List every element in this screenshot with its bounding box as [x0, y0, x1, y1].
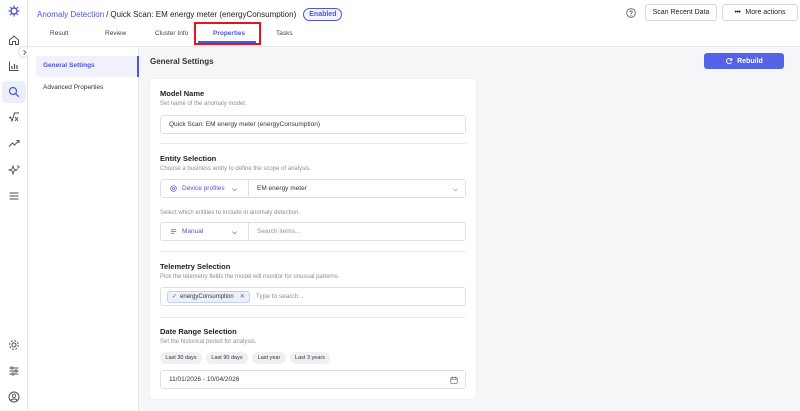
- scan-recent-data-button[interactable]: Scan Recent Data: [645, 4, 717, 21]
- status-badge: Enabled: [303, 8, 343, 21]
- more-actions-label: More actions: [745, 9, 786, 16]
- date-range-heading: Date Range Selection: [160, 327, 237, 336]
- tab-cluster-info[interactable]: Cluster Info: [155, 30, 188, 37]
- section-title: General Settings: [150, 57, 214, 66]
- preset-last-year[interactable]: Last year: [252, 352, 286, 364]
- calendar-icon: [450, 376, 458, 384]
- refresh-icon: [726, 58, 733, 65]
- preset-last-90-days[interactable]: Last 90 days: [206, 352, 248, 364]
- entities-hint: Select which entities to include in anom…: [160, 210, 301, 216]
- telemetry-search-placeholder: Type to search...: [255, 293, 304, 300]
- formula-icon[interactable]: [7, 110, 21, 124]
- chevron-down-icon: [232, 188, 237, 192]
- header-divider: [28, 46, 800, 47]
- device-profile-dropdown[interactable]: EM energy meter: [249, 180, 465, 197]
- telemetry-chip: ✓ energyConsumption ✕: [167, 290, 250, 303]
- breadcrumb: Anomaly Detection / Quick Scan: EM energ…: [37, 8, 343, 21]
- entity-picker: Manual Search items...: [160, 222, 466, 241]
- rebuild-button[interactable]: Rebuild: [704, 53, 784, 69]
- settings-subnav: General Settings Advanced Properties: [28, 47, 139, 411]
- entity-selection-heading: Entity Selection: [160, 154, 217, 163]
- date-range-hint: Set the historical period for analysis.: [160, 339, 257, 345]
- subnav-item-advanced-properties[interactable]: Advanced Properties: [43, 84, 103, 91]
- chevron-down-icon: [232, 231, 237, 235]
- home-icon[interactable]: [7, 33, 21, 47]
- trend-icon[interactable]: [7, 136, 21, 150]
- selection-mode-value: Manual: [182, 228, 204, 235]
- device-icon: [170, 185, 177, 192]
- tab-bar: Result Review Cluster Info Properties Ta…: [28, 22, 800, 46]
- rebuild-label: Rebuild: [737, 57, 763, 65]
- entity-search-placeholder: Search items...: [257, 228, 301, 235]
- date-range-value: 11/01/2026 - 10/04/2026: [169, 376, 240, 383]
- model-name-value: Quick Scan: EM energy meter (energyConsu…: [169, 121, 321, 128]
- entity-selection-hint: Choose a business entity to define the s…: [160, 166, 312, 172]
- check-icon: ✓: [172, 294, 178, 300]
- page-title: Quick Scan: EM energy meter (energyConsu…: [110, 10, 297, 19]
- date-range-input[interactable]: 11/01/2026 - 10/04/2026: [160, 370, 466, 389]
- user-icon[interactable]: [7, 390, 21, 404]
- sliders-icon[interactable]: [7, 364, 21, 378]
- tab-tasks[interactable]: Tasks: [276, 30, 293, 37]
- entity-search-input[interactable]: Search items...: [249, 223, 465, 240]
- entity-type-value: Device profiles: [182, 185, 225, 192]
- tab-result[interactable]: Result: [50, 30, 68, 37]
- general-settings-card: Model Name Set name of the anomaly model…: [150, 79, 476, 399]
- model-name-input[interactable]: Quick Scan: EM energy meter (energyConsu…: [160, 115, 466, 134]
- device-profile-value: EM energy meter: [257, 185, 307, 192]
- telemetry-selection-hint: Pick the telemetry fields the model will…: [160, 274, 340, 280]
- page-header: Anomaly Detection / Quick Scan: EM energ…: [28, 0, 800, 46]
- entity-type-dropdown[interactable]: Device profiles: [161, 180, 249, 197]
- subnav-item-general-settings[interactable]: General Settings: [43, 62, 95, 69]
- telemetry-chip-label: energyConsumption: [180, 293, 234, 300]
- divider: [160, 143, 466, 144]
- list-icon: [170, 229, 177, 234]
- entity-selector: Device profiles EM energy meter: [160, 179, 466, 198]
- app-logo-icon[interactable]: [7, 4, 21, 18]
- model-name-hint: Set name of the anomaly model.: [160, 101, 247, 107]
- tab-review[interactable]: Review: [105, 30, 126, 37]
- selection-mode-dropdown[interactable]: Manual: [161, 223, 249, 240]
- highlight-box: [194, 22, 261, 45]
- remove-chip-icon[interactable]: ✕: [240, 293, 245, 300]
- divider: [160, 251, 466, 252]
- telemetry-selection-heading: Telemetry Selection: [160, 262, 231, 271]
- chevron-right-icon: [22, 49, 26, 55]
- breadcrumb-separator: /: [106, 10, 109, 19]
- left-rail: [0, 0, 30, 411]
- breadcrumb-link[interactable]: Anomaly Detection: [37, 10, 104, 19]
- more-dots-icon: •••: [734, 9, 741, 16]
- telemetry-input[interactable]: ✓ energyConsumption ✕ Type to search...: [160, 287, 466, 306]
- preset-last-3-years[interactable]: Last 3 years: [290, 352, 330, 364]
- chart-icon[interactable]: [7, 59, 21, 73]
- menu-icon[interactable]: [7, 189, 21, 203]
- help-icon[interactable]: [626, 8, 636, 18]
- divider: [160, 317, 466, 318]
- search-icon[interactable]: [7, 85, 21, 99]
- more-actions-button[interactable]: ••• More actions: [722, 4, 798, 21]
- sparkle-icon[interactable]: [7, 163, 21, 177]
- preset-last-30-days[interactable]: Last 30 days: [160, 352, 202, 364]
- chevron-down-icon: [453, 188, 458, 192]
- gear-icon[interactable]: [7, 338, 21, 352]
- model-name-heading: Model Name: [160, 89, 205, 98]
